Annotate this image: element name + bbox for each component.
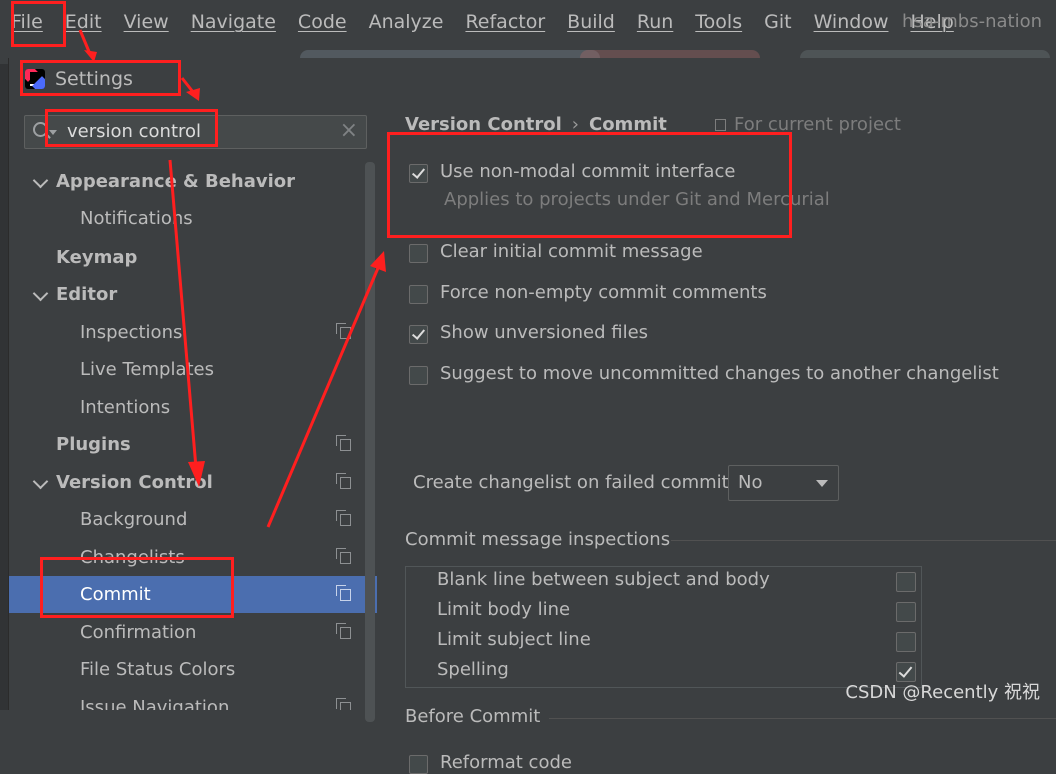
annotation-arrows <box>78 29 386 528</box>
annotation-arrowhead <box>84 50 97 62</box>
annotation-arrow <box>266 267 380 528</box>
annotation-arrow <box>180 77 195 93</box>
annotation-arrow <box>168 159 198 469</box>
annotation-arrowhead <box>188 461 205 487</box>
option-label: Reformat code <box>440 752 572 773</box>
section-divider <box>549 718 1056 719</box>
annotation-arrowhead <box>370 251 386 272</box>
reformat-code-checkbox[interactable] <box>409 755 428 774</box>
